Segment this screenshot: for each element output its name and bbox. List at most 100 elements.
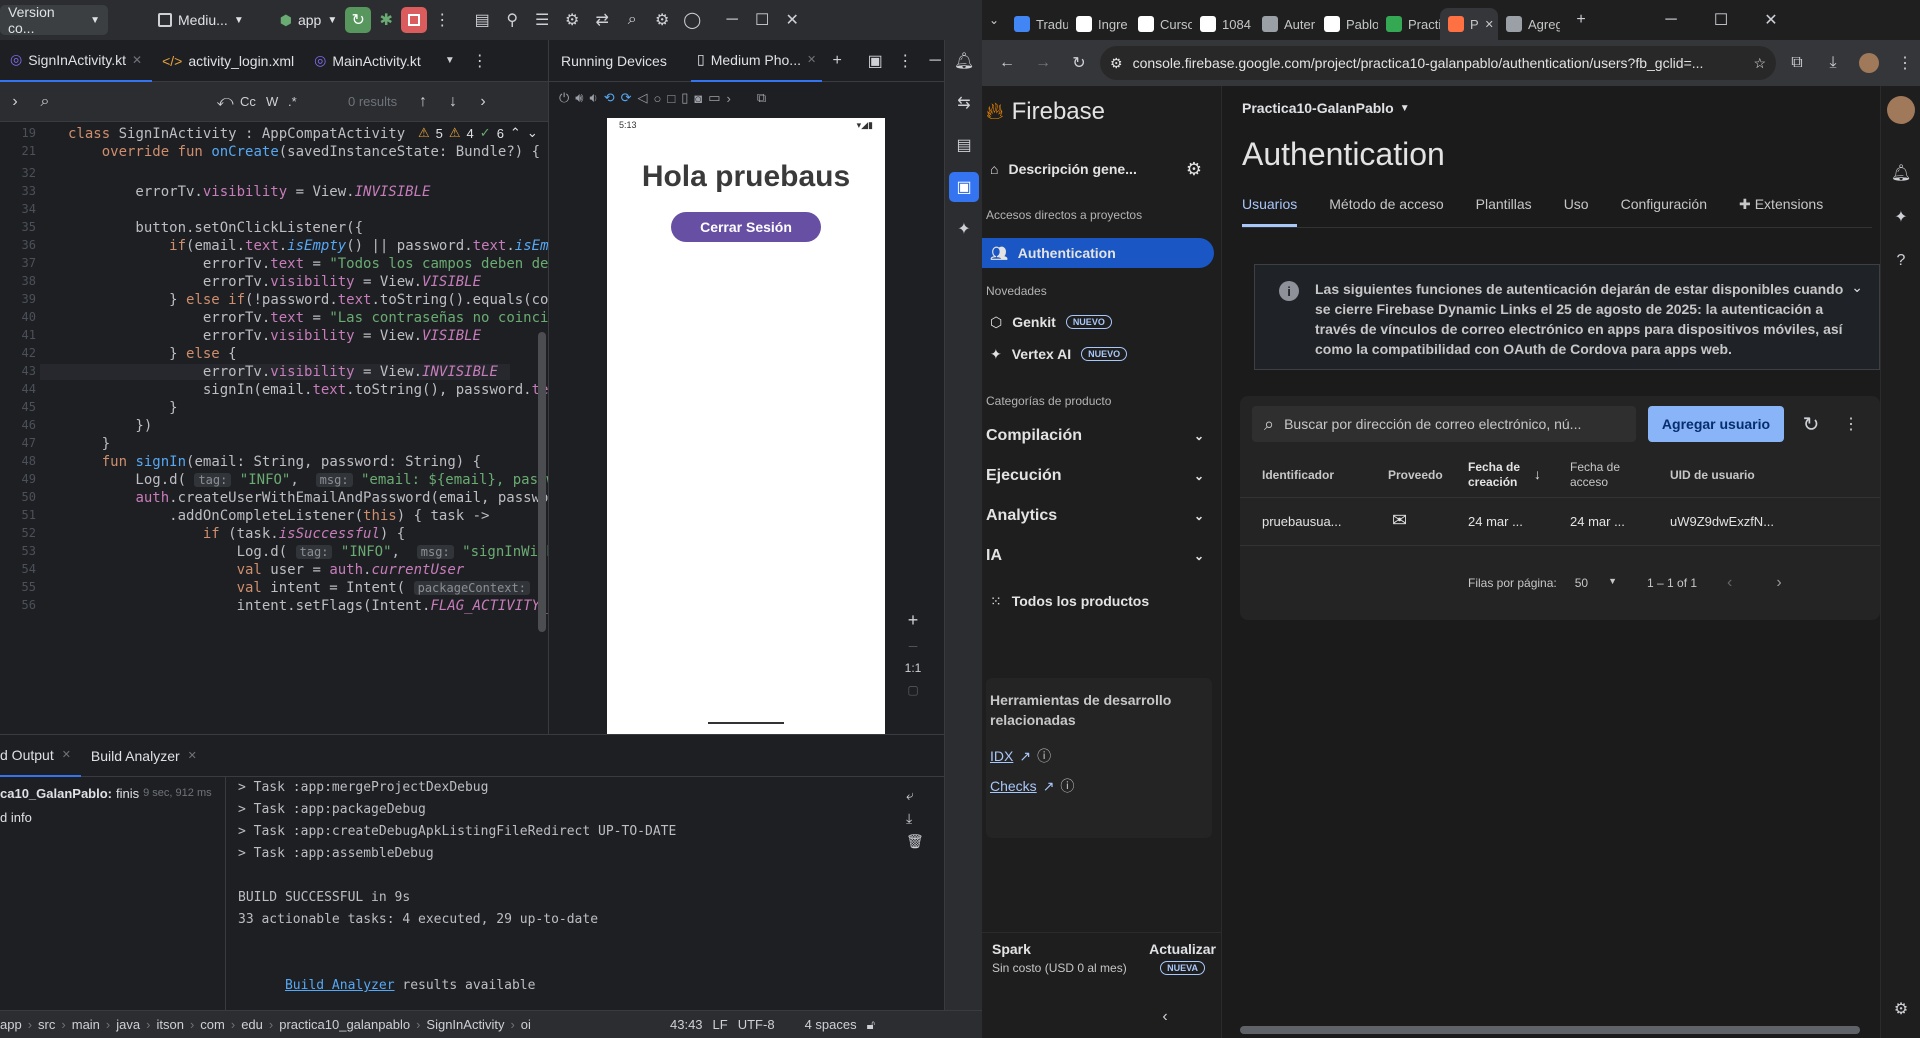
scroll-end-icon[interactable]: ⤓	[906, 810, 924, 827]
chrome-tab[interactable]: Ingre	[1068, 8, 1130, 40]
maximize-icon[interactable]: ☐	[747, 5, 777, 35]
new-tab-icon[interactable]: +	[1566, 5, 1596, 35]
site-info-icon[interactable]: ⚙	[1110, 55, 1123, 72]
tab-extensions[interactable]: ✚ Extensions	[1739, 196, 1823, 227]
trash-icon[interactable]: 🗑︎	[906, 833, 924, 850]
reload-icon[interactable]: ↻	[1064, 48, 1094, 78]
breadcrumb-item[interactable]: com	[200, 1017, 225, 1032]
tab-activity-login[interactable]: </> activity_login.xml	[152, 40, 304, 82]
upgrade-button[interactable]: Actualizar NUEVA	[1149, 941, 1216, 976]
chrome-tab[interactable]: Practi	[1378, 8, 1440, 40]
table-row[interactable]: pruebausua... ✉ 24 mar ... 24 mar ... uW…	[1240, 498, 1880, 546]
device-frame-icon[interactable]: ▯	[681, 90, 688, 106]
volume-down-icon[interactable]: 🔉︎	[590, 90, 598, 106]
tab-usage[interactable]: Uso	[1564, 196, 1589, 227]
tab-users[interactable]: Usuarios	[1242, 196, 1298, 227]
gradle-icon[interactable]: ⚙	[557, 5, 587, 35]
help-icon[interactable]: ⓘ	[1060, 776, 1074, 796]
chrome-tab[interactable]: Curso	[1130, 8, 1192, 40]
tab-signin-activity[interactable]: ◎ SignInActivity.kt ✕	[0, 40, 153, 82]
breadcrumb-item[interactable]: main	[72, 1017, 100, 1032]
rotate-left-icon[interactable]: ⟲	[604, 90, 615, 106]
code-editor[interactable]: 19 class SignInActivity : AppCompatActivi…	[0, 122, 548, 734]
build-variants-icon[interactable]: ☰	[527, 5, 557, 35]
sidebar-item-authentication[interactable]: 👥︎ Authentication	[982, 238, 1214, 268]
profiler-icon[interactable]: ⚲	[497, 5, 527, 35]
category-item[interactable]: Ejecución ⌄	[982, 456, 1222, 496]
sync-icon[interactable]: ⇄	[587, 5, 617, 35]
close-icon[interactable]: ✕	[777, 5, 807, 35]
account-avatar[interactable]	[1887, 96, 1915, 124]
horizontal-scrollbar[interactable]	[1240, 1026, 1860, 1034]
sparkle-icon[interactable]: ✦	[1886, 202, 1916, 232]
rows-per-page-select[interactable]: 50 ▼	[1575, 576, 1617, 590]
regex-toggle[interactable]: .*	[288, 94, 322, 109]
logout-button[interactable]: Cerrar Sesión	[671, 212, 821, 242]
chrome-tab[interactable]: P ✕	[1440, 8, 1498, 40]
replace-icon[interactable]: ⤺	[210, 87, 240, 117]
device-tab[interactable]: ▯ Medium Pho... ✕	[691, 40, 823, 82]
arrow-up-icon[interactable]: ↑	[408, 87, 438, 117]
screenshot-icon[interactable]: ◙	[694, 91, 702, 106]
chrome-tab[interactable]: 1084	[1192, 8, 1254, 40]
settings-icon[interactable]: ⚙	[647, 5, 677, 35]
breadcrumb-item[interactable]: app	[0, 1017, 22, 1032]
build-tree-item[interactable]: ca10_GalanPablo: finis 9 sec, 912 ms	[0, 781, 225, 805]
more-icon[interactable]: ⋮	[465, 46, 495, 76]
forward-icon[interactable]: →	[1028, 48, 1058, 78]
home-icon[interactable]: ○	[654, 91, 662, 106]
extensions-icon[interactable]: ⧉	[1782, 48, 1812, 78]
breadcrumb-item[interactable]: oi	[521, 1017, 531, 1032]
close-icon[interactable]: ✕	[1485, 18, 1494, 31]
tab-build-output[interactable]: d Output ✕	[0, 735, 81, 777]
all-products[interactable]: ⁙ Todos los productos	[982, 586, 1149, 616]
zoom-actual-label[interactable]: 1:1	[905, 661, 922, 675]
editor-scrollbar[interactable]	[538, 332, 546, 632]
bookmark-icon[interactable]: ☆	[1753, 55, 1766, 72]
breadcrumb-item[interactable]: src	[38, 1017, 55, 1032]
chevron-down-icon[interactable]: ⌄	[527, 125, 538, 141]
add-icon[interactable]: +	[822, 46, 852, 76]
category-item[interactable]: IA ⌄	[982, 536, 1222, 576]
window-icon[interactable]: ▣	[860, 46, 890, 76]
close-icon[interactable]: ✕	[807, 53, 816, 66]
vcs-widget[interactable]: Version co... ▼	[0, 4, 108, 36]
chevron-up-icon[interactable]: ⌃	[510, 125, 521, 141]
match-case-toggle[interactable]: Cc	[240, 94, 266, 109]
zoom-in-icon[interactable]: +	[908, 610, 919, 631]
breadcrumb-item[interactable]: java	[116, 1017, 140, 1032]
project-overview[interactable]: ⌂ Descripción gene... ⚙	[982, 154, 1202, 184]
sort-arrow-icon[interactable]: ↓	[1534, 466, 1541, 482]
device-manager-icon[interactable]: ▤	[467, 5, 497, 35]
project-selector[interactable]: Mediu... ▼	[150, 5, 252, 35]
volume-up-icon[interactable]: 🔊︎	[575, 90, 583, 106]
category-item[interactable]: Compilación ⌄	[982, 416, 1222, 456]
account-icon[interactable]: ◯	[677, 5, 707, 35]
menu-icon[interactable]: ⋮	[1890, 48, 1920, 78]
arrow-down-icon[interactable]: ↓	[438, 87, 468, 117]
chevron-right-icon[interactable]: ›	[0, 87, 30, 117]
tab-build-analyzer[interactable]: Build Analyzer ✕	[81, 735, 207, 777]
overview-icon[interactable]: □	[667, 91, 675, 106]
find-input[interactable]	[60, 90, 210, 114]
chevron-down-icon[interactable]: ▼	[435, 46, 465, 76]
tab-sign-in-method[interactable]: Método de acceso	[1329, 196, 1443, 227]
build-tree-item[interactable]: d info	[0, 805, 225, 829]
help-icon[interactable]: ⓘ	[1037, 746, 1051, 766]
chrome-tab[interactable]: Agreg	[1498, 8, 1560, 40]
more-icon[interactable]: ⋮	[890, 46, 920, 76]
device-manager-icon[interactable]: ▤	[949, 130, 979, 160]
next-page-icon[interactable]: ›	[1776, 574, 1781, 592]
stop-icon[interactable]	[401, 7, 428, 33]
project-switcher[interactable]: Practica10-GalanPablo ▼	[1242, 100, 1410, 116]
profile-avatar[interactable]	[1854, 48, 1884, 78]
sidebar-item-genkit[interactable]: ⬡ Genkit NUEVO	[982, 306, 1112, 338]
close-icon[interactable]: ✕	[132, 53, 142, 67]
breadcrumb-item[interactable]: SignInActivity	[426, 1017, 504, 1032]
rotate-right-icon[interactable]: ⟳	[621, 90, 632, 106]
mirror-icon[interactable]: ⧉	[757, 90, 766, 106]
maximize-icon[interactable]: ☐	[1706, 5, 1736, 35]
minimize-icon[interactable]: ─	[1656, 5, 1686, 35]
line-separator[interactable]: LF	[713, 1017, 728, 1032]
chrome-tab[interactable]: Pablo	[1316, 8, 1378, 40]
